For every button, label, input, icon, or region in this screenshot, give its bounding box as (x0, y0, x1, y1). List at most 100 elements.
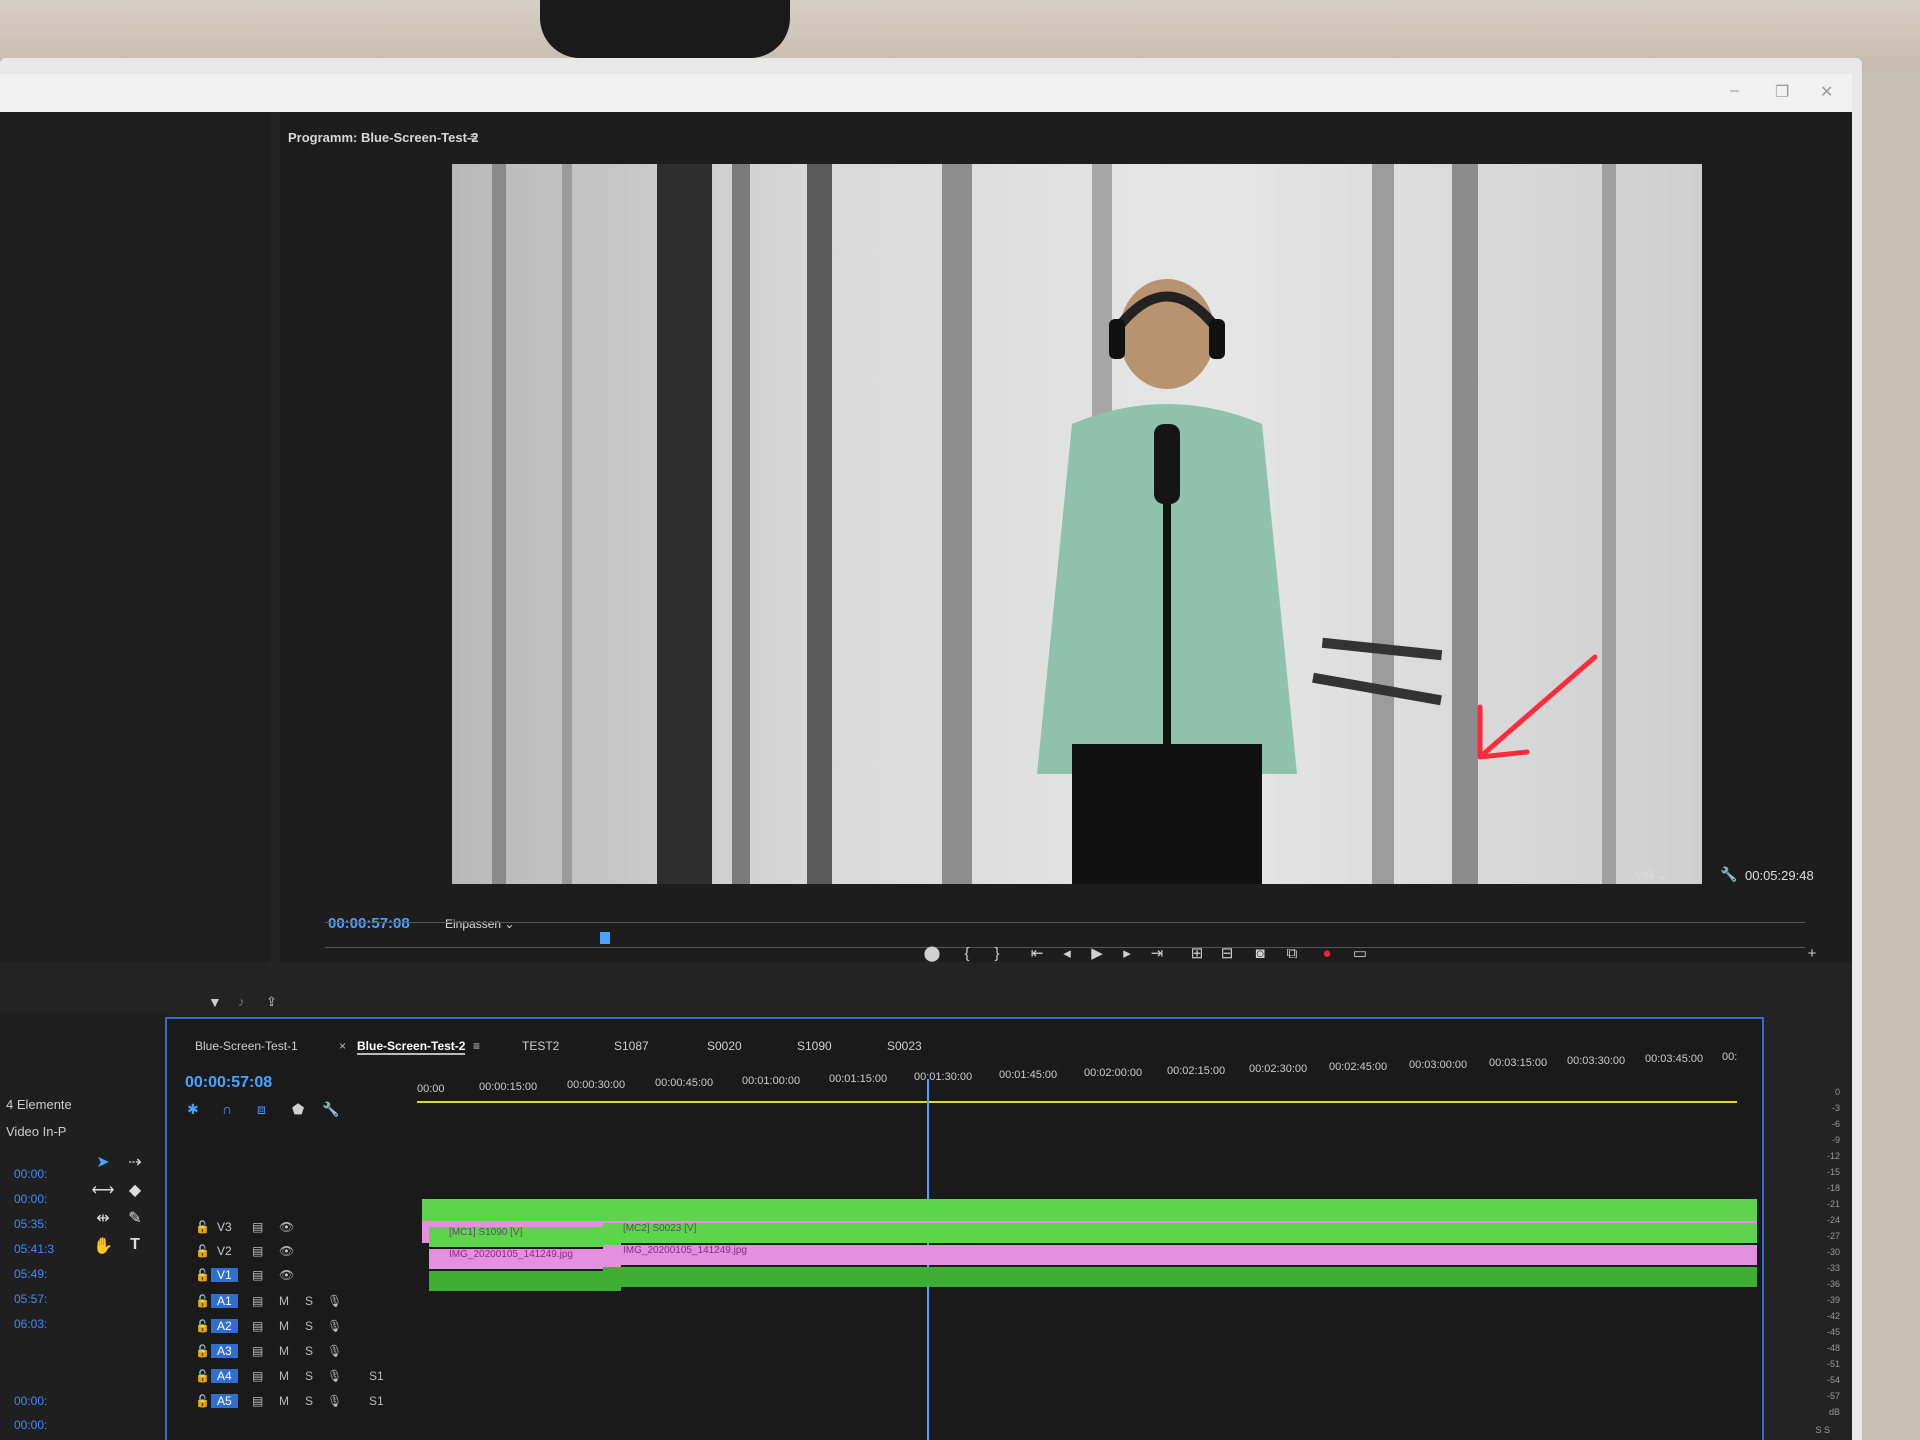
mute-button[interactable]: M (279, 1394, 289, 1408)
lift-icon[interactable]: ⊞ (1185, 942, 1209, 966)
mute-button[interactable]: M (279, 1294, 289, 1308)
voice-over-mic-icon[interactable]: 🎙 (327, 1394, 342, 1408)
voice-over-mic-icon[interactable]: 🎙 (327, 1369, 342, 1383)
hand-tool-icon[interactable]: ✋ (90, 1236, 116, 1258)
tab-test2[interactable]: TEST2 (522, 1039, 559, 1053)
sync-lock-icon[interactable]: ▤ (252, 1344, 263, 1358)
work-area-bar[interactable] (417, 1101, 1737, 1103)
lock-icon[interactable]: 🔓 (195, 1294, 210, 1308)
quality-dropdown[interactable]: Voll ⌄ (1635, 868, 1668, 882)
project-item-timecode[interactable]: 00:00: (14, 1167, 47, 1181)
nest-icon[interactable]: ✱ (187, 1101, 199, 1118)
lock-icon[interactable]: 🔓 (195, 1268, 210, 1282)
project-item-timecode[interactable]: 05:57: (14, 1292, 47, 1306)
new-item-icon[interactable]: ⇪ (266, 994, 277, 1010)
slip-tool-icon[interactable]: ⇹ (90, 1208, 116, 1230)
wrench-icon[interactable]: 🔧 (1720, 866, 1737, 883)
record-icon[interactable]: ● (1315, 942, 1339, 966)
project-item-timecode[interactable]: 00:00: (14, 1192, 47, 1206)
solo-button[interactable]: S (305, 1344, 313, 1358)
eye-icon[interactable]: 👁 (279, 1244, 294, 1258)
selection-tool-icon[interactable]: ➤ (90, 1152, 116, 1174)
video-clip-v3-long[interactable] (422, 1199, 1757, 1221)
lock-icon[interactable]: 🔓 (195, 1394, 210, 1408)
solo-button[interactable]: S (305, 1319, 313, 1333)
sync-lock-icon[interactable]: ▤ (252, 1268, 263, 1282)
video-clip-v3[interactable]: [MC2] S0023 [V] (603, 1223, 1757, 1243)
source-patch-label[interactable]: S1 (369, 1394, 384, 1408)
step-back-icon[interactable]: ◂ (1055, 942, 1079, 966)
extract-icon[interactable]: ⊟ (1215, 942, 1239, 966)
add-marker-icon[interactable]: ⬟ (292, 1101, 304, 1118)
automate-icon[interactable]: ♪ (238, 994, 245, 1009)
image-clip-v2[interactable]: IMG_20200105_141249.jpg (603, 1245, 1757, 1265)
go-to-in-icon[interactable]: ⇤ (1025, 942, 1049, 966)
tab-s1090[interactable]: S1090 (797, 1039, 832, 1053)
timeline-current-timecode[interactable]: 00:00:57:08 (185, 1074, 272, 1092)
track-select-tool-icon[interactable]: ⇢ (122, 1152, 148, 1174)
type-tool-icon[interactable]: T (122, 1236, 148, 1258)
project-item-timecode[interactable]: 05:35: (14, 1217, 47, 1231)
voice-over-mic-icon[interactable]: 🎙 (327, 1294, 342, 1308)
ripple-edit-tool-icon[interactable]: ⟷ (90, 1180, 116, 1202)
timeline-settings-icon[interactable]: 🔧 (322, 1101, 339, 1118)
track-label-a2[interactable]: A2 (211, 1319, 238, 1333)
close-tab-icon[interactable]: × (339, 1039, 346, 1053)
go-to-out-icon[interactable]: ⇥ (1145, 942, 1169, 966)
minimize-button[interactable]: – (1730, 82, 1739, 100)
panel-menu-icon[interactable]: ≡ (470, 129, 478, 144)
sync-lock-icon[interactable]: ▤ (252, 1394, 263, 1408)
close-button[interactable]: ✕ (1820, 82, 1833, 102)
button-editor-plus-icon[interactable]: + (1800, 942, 1824, 966)
image-clip-v2[interactable]: IMG_20200105_141249.jpg (429, 1249, 621, 1269)
audio-clip-v1[interactable] (603, 1267, 1757, 1287)
restore-button[interactable]: ❐ (1775, 82, 1789, 102)
tab-blue-screen-test-1[interactable]: Blue-Screen-Test-1 (195, 1039, 298, 1053)
eye-icon[interactable]: 👁 (279, 1220, 294, 1234)
project-item-timecode[interactable]: 00:00: (14, 1394, 47, 1408)
tab-s0020[interactable]: S0020 (707, 1039, 742, 1053)
video-clip-v3[interactable]: [MC1] S1090 [V] (429, 1227, 621, 1247)
tab-blue-screen-test-2[interactable]: Blue-Screen-Test-2 (357, 1039, 466, 1055)
tab-menu-icon[interactable]: ≡ (473, 1039, 480, 1053)
track-label-v1[interactable]: V1 (211, 1268, 238, 1282)
sync-lock-icon[interactable]: ▤ (252, 1294, 263, 1308)
tab-s1087[interactable]: S1087 (614, 1039, 649, 1053)
mute-button[interactable]: M (279, 1344, 289, 1358)
sync-lock-icon[interactable]: ▤ (252, 1220, 263, 1234)
solo-button[interactable]: S (305, 1394, 313, 1408)
razor-tool-icon[interactable]: ◆ (122, 1180, 148, 1202)
comparison-view-icon[interactable]: ⧉ (1280, 942, 1304, 966)
lock-icon[interactable]: 🔓 (195, 1319, 210, 1333)
track-label-a5[interactable]: A5 (211, 1394, 238, 1408)
program-video-frame[interactable] (452, 164, 1702, 884)
solo-button[interactable]: S (305, 1294, 313, 1308)
eye-icon[interactable]: 👁 (279, 1268, 294, 1282)
step-forward-icon[interactable]: ▸ (1115, 942, 1139, 966)
voice-over-mic-icon[interactable]: 🎙 (327, 1319, 342, 1333)
pen-tool-icon[interactable]: ✎ (122, 1208, 148, 1230)
linked-selection-icon[interactable]: ⧈ (257, 1101, 266, 1118)
timeline-time-ruler[interactable]: 00:00 00:00:15:00 00:00:30:00 00:00:45:0… (417, 1051, 1747, 1103)
track-label-v3[interactable]: V3 (217, 1220, 232, 1234)
mark-in-icon[interactable]: { (955, 942, 979, 966)
tab-s0023[interactable]: S0023 (887, 1039, 922, 1053)
voice-over-mic-icon[interactable]: 🎙 (327, 1344, 342, 1358)
solo-button[interactable]: S (305, 1369, 313, 1383)
project-item-timecode[interactable]: 06:03: (14, 1317, 47, 1331)
project-item-timecode[interactable]: 00:00: (14, 1418, 47, 1432)
sync-lock-icon[interactable]: ▤ (252, 1319, 263, 1333)
filter-icon[interactable]: ▼ (208, 994, 222, 1010)
add-marker-icon[interactable]: ⬤ (920, 942, 944, 966)
lock-icon[interactable]: 🔓 (195, 1369, 210, 1383)
sync-lock-icon[interactable]: ▤ (252, 1244, 263, 1258)
export-frame-icon[interactable]: ◙ (1248, 942, 1272, 966)
track-label-v2[interactable]: V2 (217, 1244, 232, 1258)
project-bin-label[interactable]: Video In-P (6, 1124, 66, 1139)
program-current-timecode[interactable]: 00:00:57:08 (328, 915, 410, 932)
project-item-timecode[interactable]: 05:41:3 (14, 1242, 54, 1256)
mark-out-icon[interactable]: } (985, 942, 1009, 966)
track-label-a3[interactable]: A3 (211, 1344, 238, 1358)
mute-button[interactable]: M (279, 1369, 289, 1383)
lock-icon[interactable]: 🔓 (195, 1220, 210, 1234)
